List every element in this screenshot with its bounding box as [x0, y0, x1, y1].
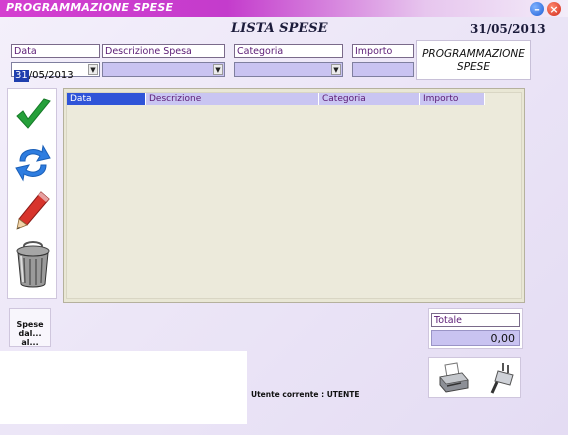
categoria-select[interactable]: ▼: [234, 62, 343, 77]
totale-label: Totale: [431, 313, 520, 327]
current-user-label: Utente corrente : UTENTE: [251, 390, 360, 399]
chevron-down-icon[interactable]: ▼: [88, 64, 98, 75]
close-button[interactable]: ×: [547, 2, 561, 16]
printer-icon: [439, 362, 469, 393]
program-label-line1: PROGRAMMAZIONE: [422, 48, 525, 60]
edit-button[interactable]: [12, 187, 54, 233]
checkmark-icon: [16, 98, 51, 129]
delete-button[interactable]: [12, 235, 54, 291]
column-header-importo[interactable]: Importo: [420, 93, 485, 105]
totale-value: 0,00: [431, 330, 520, 346]
minimize-button[interactable]: –: [530, 2, 544, 16]
importo-filter-label: Importo: [352, 44, 414, 58]
window-title: PROGRAMMAZIONE SPESE: [6, 1, 174, 14]
categoria-filter-label: Categoria: [234, 44, 343, 58]
data-filter-label: Data: [11, 44, 100, 58]
print-button[interactable]: [436, 360, 472, 396]
refresh-icon: [15, 144, 51, 182]
spese-button-line1: Spese: [16, 320, 44, 329]
close-icon: ×: [549, 2, 559, 16]
pencil-icon: [16, 191, 50, 230]
expense-list[interactable]: [66, 92, 522, 299]
program-label-line2: SPESE: [457, 61, 490, 73]
connect-button[interactable]: [482, 360, 518, 396]
program-label-box: PROGRAMMAZIONE SPESE: [416, 40, 531, 80]
spese-button-line2: dal... al...: [18, 329, 42, 347]
chevron-down-icon[interactable]: ▼: [213, 64, 223, 75]
refresh-button[interactable]: [12, 140, 54, 186]
notes-panel: [0, 351, 247, 424]
descrizione-filter-label: Descrizione Spesa: [102, 44, 225, 58]
minus-icon: –: [534, 2, 540, 16]
date-day-selected: 31: [14, 70, 29, 82]
spese-range-button[interactable]: Spese dal... al...: [9, 308, 51, 347]
column-header-data[interactable]: Data: [67, 93, 146, 105]
chevron-down-icon[interactable]: ▼: [331, 64, 341, 75]
confirm-button[interactable]: [12, 92, 54, 138]
date-field[interactable]: 31/05/2013 ▼: [11, 62, 100, 82]
current-date: 31/05/2013: [470, 22, 546, 36]
column-header-descrizione[interactable]: Descrizione: [146, 93, 319, 105]
importo-input[interactable]: [352, 62, 414, 77]
date-rest: /05/2013: [28, 70, 74, 81]
descrizione-select[interactable]: ▼: [102, 62, 225, 77]
action-toolbar: [7, 88, 57, 299]
page-title: LISTA SPESE: [231, 21, 328, 36]
plug-icon: [490, 363, 514, 394]
trash-icon: [16, 241, 50, 288]
column-header-categoria[interactable]: Categoria: [319, 93, 420, 105]
